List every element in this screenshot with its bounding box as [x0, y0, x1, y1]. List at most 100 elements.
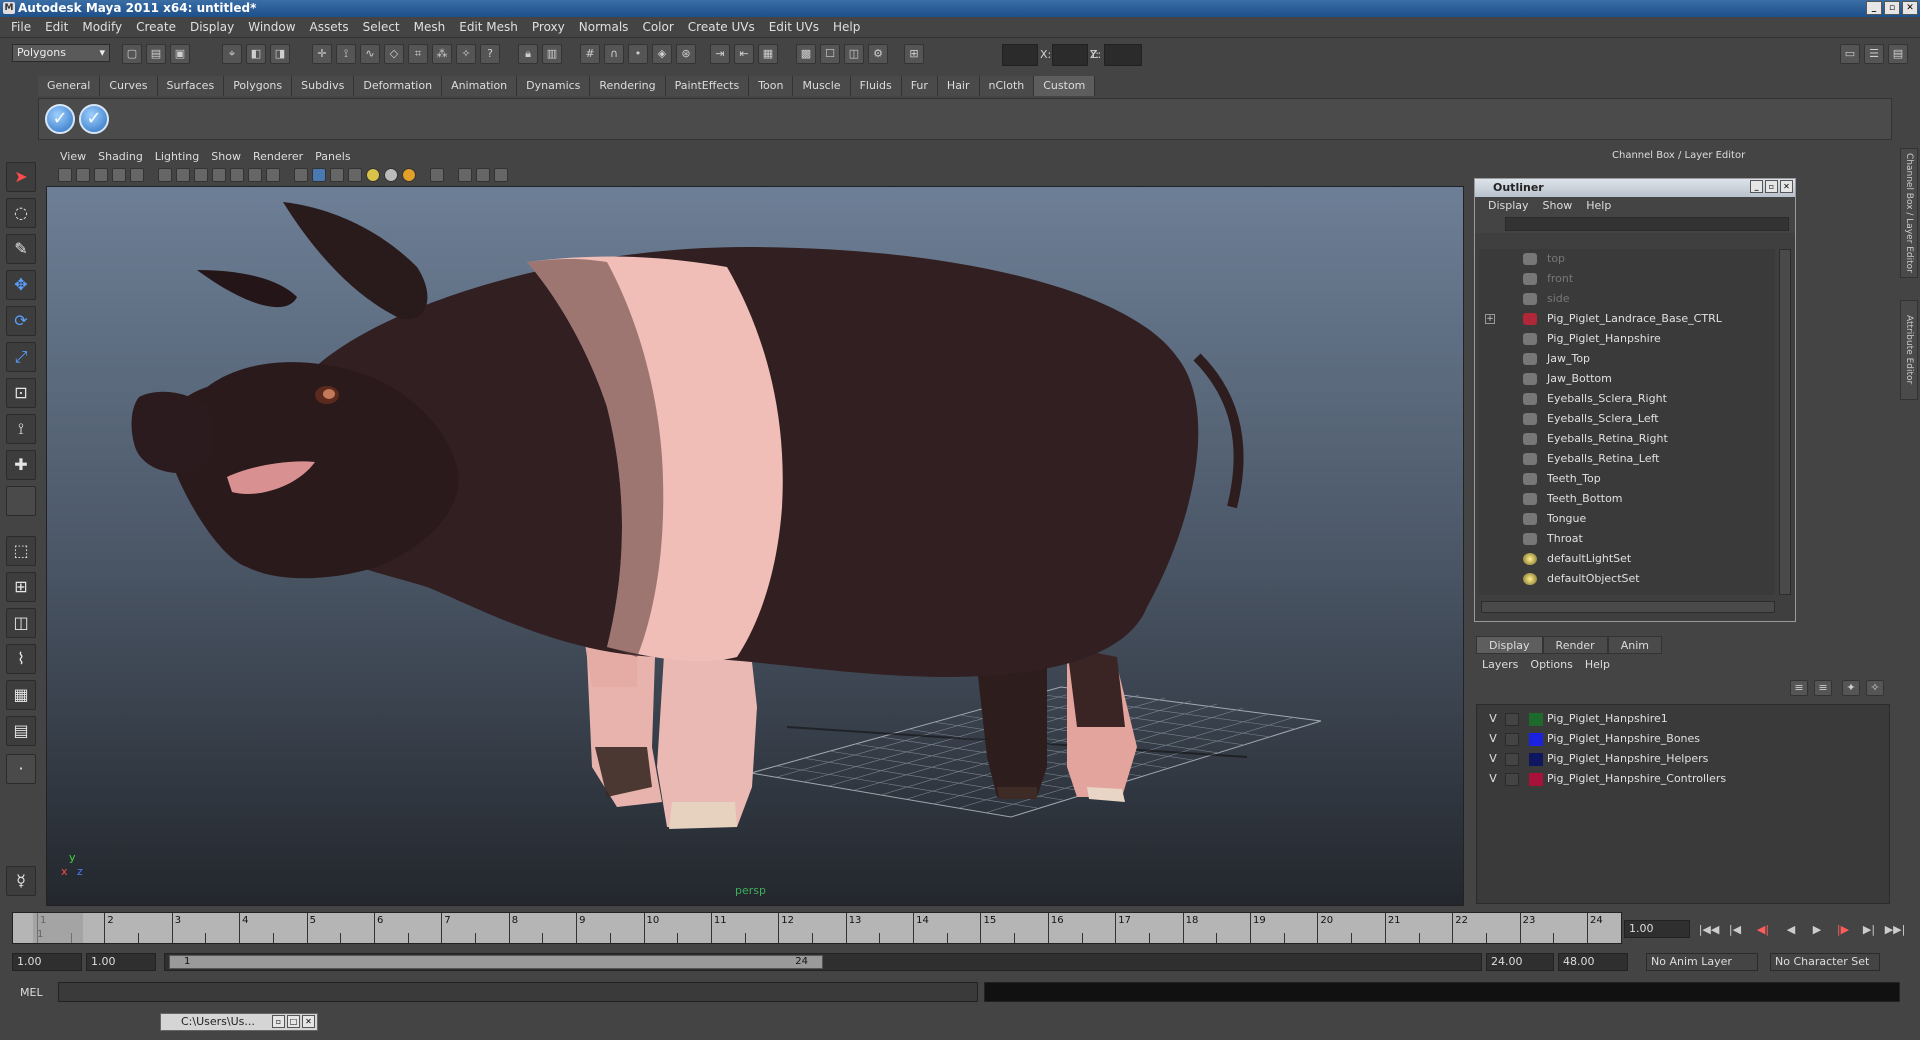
new-layer-icon[interactable]: ✦ [1842, 680, 1860, 696]
new-scene-icon[interactable]: ▢ [122, 44, 142, 64]
character-icon[interactable]: ☿ [6, 866, 36, 896]
rotate-tool-icon[interactable]: ⟳ [6, 306, 36, 336]
isolate-select-icon[interactable] [430, 168, 444, 182]
viewport-menu-view[interactable]: View [54, 150, 92, 163]
tab-subdivs[interactable]: Subdivs [292, 76, 355, 96]
select-joints-icon[interactable]: ⟟ [336, 44, 356, 64]
menu-edit-mesh[interactable]: Edit Mesh [452, 20, 525, 34]
share-view-icon[interactable] [494, 168, 508, 182]
move-layer-up-icon[interactable]: ≡ [1790, 680, 1808, 696]
step-forward-key-button[interactable]: |▶ [1832, 922, 1854, 938]
menu-create[interactable]: Create [129, 20, 183, 34]
tab-fur[interactable]: Fur [901, 76, 938, 96]
transform-mode-icon[interactable]: ⊞ [904, 44, 924, 64]
select-misc-icon[interactable]: ? [480, 44, 500, 64]
select-curves-icon[interactable]: ∿ [360, 44, 380, 64]
textured-icon[interactable] [348, 168, 362, 182]
highlight-selection-icon[interactable]: ▥ [542, 44, 562, 64]
layout-icon[interactable]: ▭ [1840, 44, 1860, 64]
outliner-item[interactable]: Pig_Piglet_Hanpshire [1479, 329, 1769, 349]
current-time-field[interactable]: 1.00 [1624, 920, 1690, 938]
command-language-label[interactable]: MEL [20, 984, 60, 1002]
menu-mesh[interactable]: Mesh [407, 20, 453, 34]
z-field[interactable] [1104, 44, 1142, 66]
more-layouts-icon[interactable]: · [6, 754, 36, 784]
ipr-render-icon[interactable]: ◫ [844, 44, 864, 64]
dope-sheet-layout-icon[interactable]: ▤ [6, 716, 36, 746]
select-component-icon[interactable]: ◨ [270, 44, 290, 64]
move-layer-down-icon[interactable]: ≡ [1814, 680, 1832, 696]
safe-action-icon[interactable] [248, 168, 262, 182]
select-tool-icon[interactable]: ➤ [6, 162, 36, 192]
layer-visibility-toggle[interactable]: V [1487, 709, 1499, 729]
play-backward-button[interactable]: ◀ [1780, 922, 1802, 938]
render-view-icon[interactable]: ▩ [796, 44, 816, 64]
outliner-filter-field[interactable] [1505, 217, 1789, 231]
tab-hair[interactable]: Hair [937, 76, 980, 96]
lock-selection-icon[interactable]: 🔒︎ [518, 44, 538, 64]
menu-modify[interactable]: Modify [75, 20, 129, 34]
menu-set-dropdown[interactable]: Polygons ▾ [12, 44, 110, 62]
go-to-start-button[interactable]: |◀◀ [1698, 922, 1720, 938]
xray-icon[interactable] [458, 168, 472, 182]
snap-plane-icon[interactable]: ◈ [652, 44, 672, 64]
tab-toon[interactable]: Toon [749, 76, 794, 96]
tab-deformation[interactable]: Deformation [354, 76, 443, 96]
show-manipulator-icon[interactable]: ✚ [6, 450, 36, 480]
select-rendering-icon[interactable]: ✧ [456, 44, 476, 64]
2d-pan-icon[interactable] [130, 168, 144, 182]
menu-create-uvs[interactable]: Create UVs [681, 20, 762, 34]
menu-help[interactable]: Help [826, 20, 867, 34]
menu-assets[interactable]: Assets [303, 20, 356, 34]
menu-normals[interactable]: Normals [572, 20, 636, 34]
camera-attributes-icon[interactable] [76, 168, 90, 182]
close-button[interactable]: ✕ [1902, 1, 1918, 15]
save-scene-icon[interactable]: ▣ [170, 44, 190, 64]
outliner-menu-help[interactable]: Help [1579, 197, 1618, 215]
outliner-menu-display[interactable]: Display [1481, 197, 1536, 215]
layer-type-toggle[interactable] [1505, 713, 1519, 726]
expand-icon[interactable]: + [1485, 314, 1495, 324]
layer-row[interactable]: V Pig_Piglet_Hanpshire1 [1477, 709, 1887, 729]
menu-edit-uvs[interactable]: Edit UVs [762, 20, 826, 34]
input-ops-icon[interactable]: ⇥ [710, 44, 730, 64]
tab-general[interactable]: General [38, 76, 101, 96]
select-handles-icon[interactable]: ✛ [312, 44, 332, 64]
make-live-icon[interactable]: ⊛ [676, 44, 696, 64]
layer-color-swatch[interactable] [1529, 713, 1543, 726]
tab-painteffects[interactable]: PaintEffects [665, 76, 750, 96]
four-pane-layout-icon[interactable]: ⊞ [6, 572, 36, 602]
go-to-end-button[interactable]: ▶▶| [1884, 922, 1906, 938]
open-scene-icon[interactable]: ▤ [146, 44, 166, 64]
layer-color-swatch[interactable] [1529, 773, 1543, 786]
outliner-item[interactable]: defaultObjectSet [1479, 569, 1769, 589]
use-all-lights-icon[interactable] [366, 168, 380, 182]
layer-color-swatch[interactable] [1529, 733, 1543, 746]
scale-tool-icon[interactable]: ⤢ [6, 342, 36, 372]
select-object-icon[interactable]: ◧ [246, 44, 266, 64]
outliner-item[interactable]: front [1479, 269, 1769, 289]
camera-select-icon[interactable] [58, 168, 72, 182]
outliner-menu-show[interactable]: Show [1536, 197, 1580, 215]
menu-window[interactable]: Window [241, 20, 302, 34]
playback-end-time-field[interactable]: 24.00 [1486, 953, 1554, 971]
minimize-button[interactable]: _ [1866, 1, 1882, 15]
render-frame-icon[interactable]: ☐ [820, 44, 840, 64]
animation-start-time-field[interactable]: 1.00 [12, 953, 82, 971]
select-surfaces-icon[interactable]: ◇ [384, 44, 404, 64]
menu-edit[interactable]: Edit [38, 20, 75, 34]
tab-ncloth[interactable]: nCloth [979, 76, 1035, 96]
maximize-button[interactable]: ▫ [1884, 1, 1900, 15]
snap-curve-icon[interactable]: ∩ [604, 44, 624, 64]
current-frame-marker[interactable] [33, 913, 83, 943]
wireframe-icon[interactable] [294, 168, 308, 182]
animation-end-time-field[interactable]: 48.00 [1558, 953, 1628, 971]
bookmark-icon[interactable] [94, 168, 108, 182]
output-ops-icon[interactable]: ⇤ [734, 44, 754, 64]
tab-surfaces[interactable]: Surfaces [157, 76, 225, 96]
hypershade-layout-icon[interactable]: ▦ [6, 680, 36, 710]
resolution-gate-icon[interactable] [194, 168, 208, 182]
gate-mask-icon[interactable] [212, 168, 226, 182]
command-input[interactable] [58, 982, 978, 1002]
outliner-item[interactable]: + Pig_Piglet_Landrace_Base_CTRL [1479, 309, 1769, 329]
